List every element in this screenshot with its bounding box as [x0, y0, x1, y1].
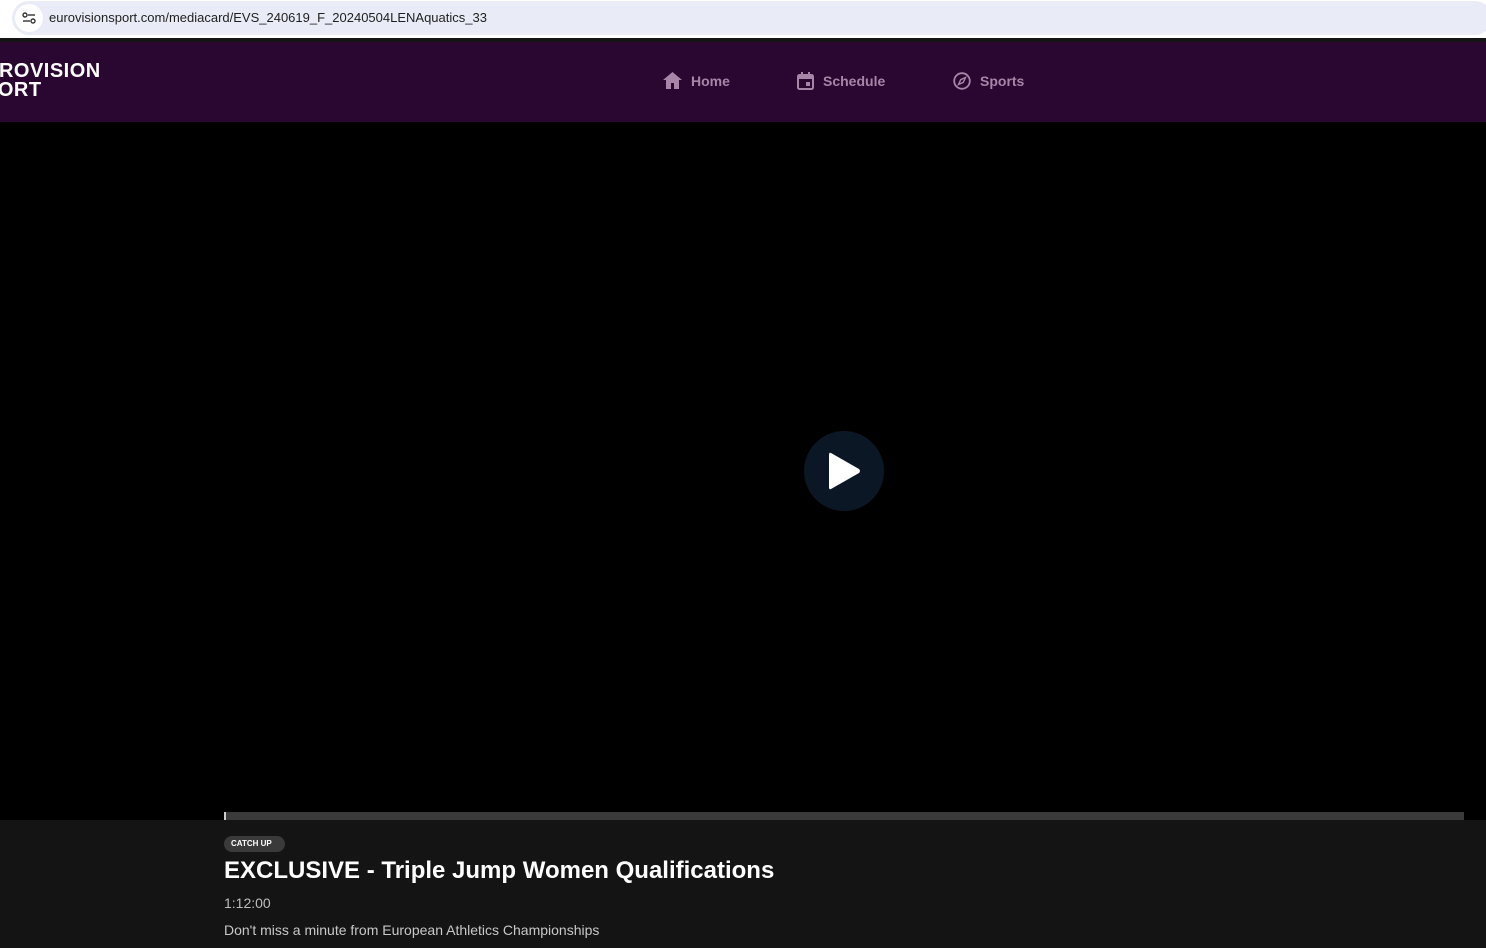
play-icon	[829, 452, 860, 490]
catch-up-badge: CATCH UP	[224, 836, 285, 852]
site-settings-icon[interactable]	[15, 4, 43, 32]
nav-home-label: Home	[691, 72, 730, 89]
compass-icon	[953, 72, 971, 90]
logo-line-2: PORT	[0, 79, 42, 101]
browser-address-bar: eurovisionsport.com/mediacard/EVS_240619…	[0, 0, 1486, 38]
url-text[interactable]: eurovisionsport.com/mediacard/EVS_240619…	[49, 10, 487, 25]
eurovision-sport-logo[interactable]: UROVISION PORT	[0, 61, 101, 101]
home-icon	[663, 72, 682, 89]
media-description: Don't miss a minute from European Athlet…	[224, 922, 600, 938]
site-header: UROVISION PORT Home Schedule Sports	[0, 42, 1486, 122]
video-player[interactable]	[0, 122, 1486, 820]
nav-sports[interactable]: Sports	[953, 72, 1024, 90]
media-duration: 1:12:00	[224, 895, 271, 911]
calendar-icon	[797, 72, 814, 90]
nav-sports-label: Sports	[980, 73, 1025, 89]
media-title: EXCLUSIVE - Triple Jump Women Qualificat…	[224, 857, 775, 884]
play-button[interactable]	[804, 431, 884, 511]
nav-schedule[interactable]: Schedule	[797, 72, 885, 90]
nav-schedule-label: Schedule	[823, 73, 886, 89]
nav-home[interactable]: Home	[663, 72, 730, 89]
progress-bar[interactable]	[224, 812, 1464, 820]
progress-fill	[224, 812, 226, 820]
